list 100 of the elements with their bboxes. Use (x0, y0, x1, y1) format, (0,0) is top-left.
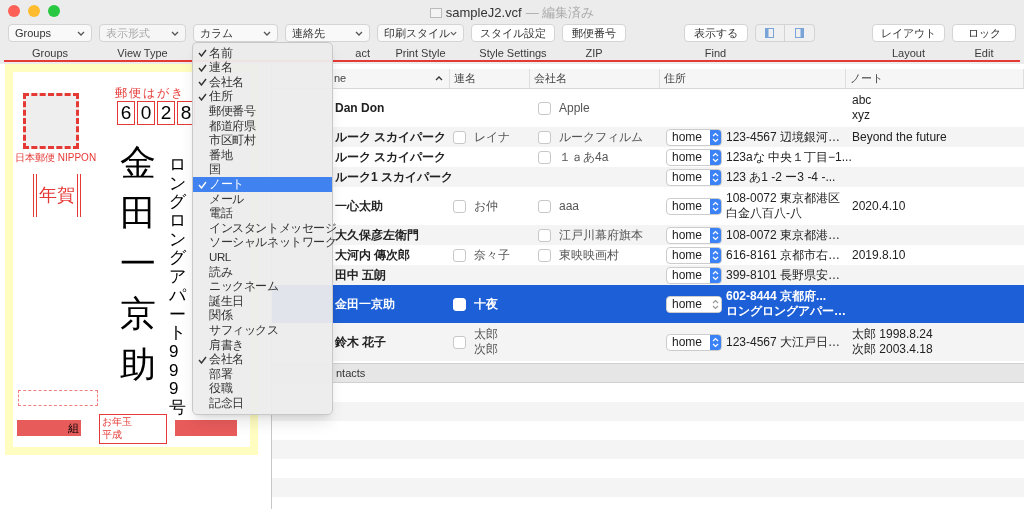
menu-item[interactable]: 関係 (193, 308, 332, 324)
lottery-stamp: お年玉 平成 (99, 414, 167, 444)
checkbox[interactable] (538, 101, 551, 115)
menu-item[interactable]: 名前 (193, 46, 332, 61)
address-label-popup[interactable]: home (666, 226, 722, 244)
address-label-popup[interactable]: home (666, 148, 722, 166)
menu-item[interactable]: 番地 (193, 148, 332, 163)
menu-item[interactable]: 肩書き (193, 337, 332, 353)
menu-item[interactable]: ニックネーム (193, 279, 332, 295)
alias-cell: お仲 (474, 198, 498, 214)
toolbar-button[interactable]: 表示する (683, 24, 748, 42)
checkbox[interactable] (453, 248, 466, 262)
stamp-frame (23, 93, 79, 149)
menu-item[interactable]: 住所 (193, 89, 332, 105)
chevron-down-icon (77, 30, 85, 36)
contact-row[interactable]: ルーク スカイパーク レイナ ルークフィルム home 123-4567 辺境銀河… Beyond the future (335, 127, 1024, 147)
stepper-icon (710, 149, 721, 165)
address-label-popup[interactable]: home (666, 128, 722, 146)
note-cell-text: 2019.8.10 (852, 247, 907, 263)
column-header[interactable]: 会社名 (530, 69, 660, 88)
address-label-popup[interactable]: home (666, 246, 722, 264)
company-cell-text: aaa (559, 198, 580, 215)
contact-row[interactable]: ルーク1 スカイパーク home 123 あ1 -2 ー3 -4 -... (335, 167, 1024, 187)
alias-cell: レイナ (474, 129, 510, 145)
recipient-address: ロングロングアパート999号 (169, 156, 186, 418)
menu-item[interactable]: 記念日 (193, 396, 332, 411)
toolbar-popup[interactable]: 印刷スタイル (377, 24, 464, 42)
toolbar-button[interactable]: スタイル設定 (471, 24, 555, 42)
company-cell-text: １ａあ4a (559, 149, 609, 166)
address-label-popup[interactable]: home (666, 168, 722, 186)
name-cell: 大久保彦左衛門 (335, 228, 419, 242)
toolbar-popup[interactable]: Groups (8, 24, 92, 42)
address-label-popup[interactable]: home (666, 295, 722, 313)
menu-item[interactable]: 市区町村 (193, 133, 332, 149)
toolbar-caption: Edit (974, 46, 994, 61)
menu-item[interactable]: URL (193, 250, 332, 265)
toolbar-button[interactable]: レイアウト (872, 24, 945, 42)
menu-item[interactable]: サフィックス (193, 323, 332, 338)
toolbar-caption: Style Settings (479, 46, 547, 61)
address-label-popup[interactable]: home (666, 333, 722, 351)
chevron-down-icon (355, 30, 363, 36)
zip-digit-box: 6 (117, 101, 135, 125)
left-panel-icon (765, 28, 775, 38)
address-label-popup[interactable]: home (666, 266, 722, 284)
column-header[interactable]: 連名 (450, 69, 530, 88)
checkbox[interactable] (453, 130, 466, 144)
company-cell-text: 江戸川幕府旗本 (559, 227, 643, 244)
address-cell: 123-4567 辺境銀河… (726, 129, 841, 145)
close-button[interactable] (8, 5, 20, 17)
address-cell: 108-0072 東京都港… (726, 227, 841, 243)
toolbar-button[interactable]: ロック (952, 24, 1016, 42)
menu-item[interactable]: 都道府県 (193, 118, 332, 134)
contact-row[interactable]: 金田一京助 十夜 home 602-8444 京都府... ロングロングアパー… (335, 285, 1024, 323)
address-cell: 108-0072 東京都港区 白金八百八-八 (726, 191, 841, 221)
menu-item[interactable]: 役職 (193, 381, 332, 397)
minimize-button[interactable] (28, 5, 40, 17)
zip-digit-box: 2 (157, 101, 175, 125)
menu-item[interactable]: 郵便番号 (193, 104, 332, 119)
name-cell: ルーク スカイパーク (335, 130, 447, 144)
name-cell: 鈴木 花子 (335, 335, 387, 349)
lottery-band (175, 420, 237, 436)
nenga-mark: 年賀 (33, 174, 81, 217)
column-header[interactable]: 住所 (660, 69, 846, 88)
stepper-icon (710, 334, 721, 350)
toolbar-popup[interactable]: 連絡先 (285, 24, 370, 42)
recipient-name: 金田一京助 (120, 141, 156, 387)
checkbox[interactable] (538, 199, 551, 213)
view-segmented-control[interactable] (754, 24, 815, 42)
checkbox[interactable] (453, 199, 466, 213)
menu-item[interactable]: 誕生日 (193, 294, 332, 309)
menu-item[interactable]: 読み (193, 264, 332, 280)
zoom-button[interactable] (48, 5, 60, 17)
postcard-title: 郵便はがき (115, 85, 185, 102)
stepper-icon (710, 267, 721, 283)
note-cell-text: 太郎 1998.8.24 次郎 2003.4.18 (852, 327, 934, 357)
checkbox[interactable] (538, 228, 551, 242)
window-title: sampleJ2.vcf (445, 4, 522, 22)
menu-item[interactable]: 国 (193, 162, 332, 178)
right-panel-icon (794, 28, 804, 38)
stepper-icon (710, 169, 721, 185)
window-status: — 編集済み (525, 4, 595, 22)
menu-item[interactable]: メール (193, 191, 332, 207)
toolbar-caption: View Type (117, 46, 168, 61)
column-header[interactable]: ノート (846, 69, 1024, 88)
toolbar-caption: Groups (31, 46, 69, 61)
checkbox[interactable] (453, 335, 466, 349)
toolbar-popup[interactable]: カラム (193, 24, 278, 42)
menu-item[interactable]: ノート (193, 177, 332, 192)
contact-row[interactable]: 田中 五朗 home 399-8101 長野県安… (335, 265, 1024, 285)
checkbox[interactable] (538, 248, 551, 262)
contact-row[interactable]: 大久保彦左衛門 江戸川幕府旗本 home 108-0072 東京都港… (335, 225, 1024, 245)
zip-digit-box: 0 (137, 101, 155, 125)
menu-item[interactable]: 電話 (193, 206, 332, 222)
lottery-group: 組 (17, 420, 81, 436)
toolbar-button[interactable]: 郵便番号 (562, 24, 626, 42)
company-cell-text: Apple (559, 100, 590, 117)
checkbox[interactable] (538, 130, 551, 144)
address-label-popup[interactable]: home (666, 197, 722, 215)
checkbox[interactable] (538, 150, 551, 164)
toolbar-caption: act (355, 46, 370, 61)
